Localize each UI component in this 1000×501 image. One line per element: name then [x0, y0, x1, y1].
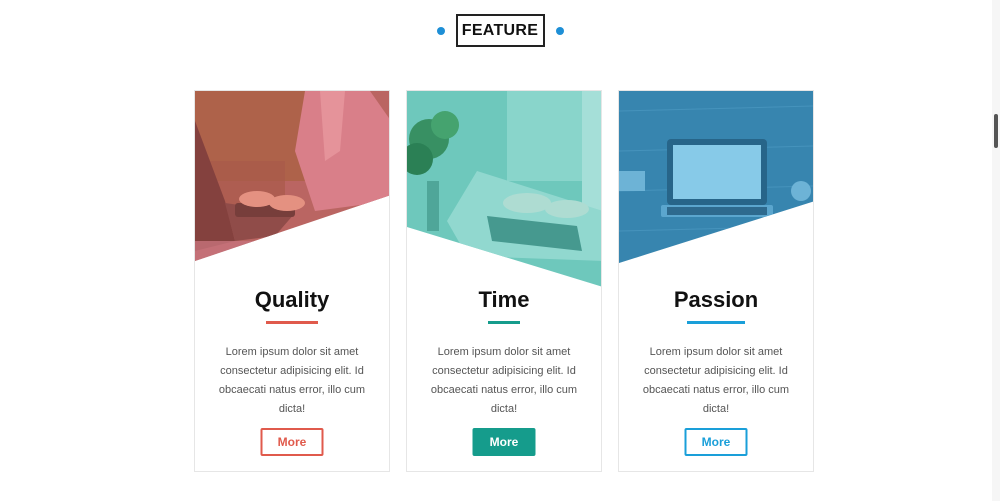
title-underline: [266, 321, 318, 324]
card-title: Quality: [254, 287, 330, 312]
feature-card-passion: Passion Lorem ipsum dolor sit amet conse…: [618, 90, 814, 472]
scrollbar[interactable]: [992, 0, 1000, 501]
scrollbar-thumb[interactable]: [994, 114, 998, 148]
more-button[interactable]: More: [684, 428, 748, 456]
card-description: Lorem ipsum dolor sit amet consectetur a…: [642, 346, 790, 415]
more-button[interactable]: More: [260, 428, 324, 456]
title-underline: [488, 321, 520, 324]
dot-icon: [555, 26, 564, 35]
feature-card-time: Time Lorem ipsum dolor sit amet consecte…: [406, 90, 602, 472]
card-description: Lorem ipsum dolor sit amet consectetur a…: [430, 346, 578, 415]
section-title: FEATURE: [455, 14, 545, 47]
card-description: Lorem ipsum dolor sit amet consectetur a…: [218, 346, 366, 415]
laptop-on-desk-photo-icon: [619, 91, 813, 263]
card-title: Passion: [673, 287, 759, 312]
more-button[interactable]: More: [472, 428, 536, 456]
hands-on-keyboard-photo-icon: [407, 91, 601, 287]
laptop-typing-photo-icon: [195, 91, 389, 261]
title-underline: [687, 321, 745, 324]
section-heading: FEATURE: [0, 14, 1000, 47]
dot-icon: [436, 26, 445, 35]
card-title: Time: [478, 287, 530, 312]
feature-card-quality: Quality Lorem ipsum dolor sit amet conse…: [194, 90, 390, 472]
